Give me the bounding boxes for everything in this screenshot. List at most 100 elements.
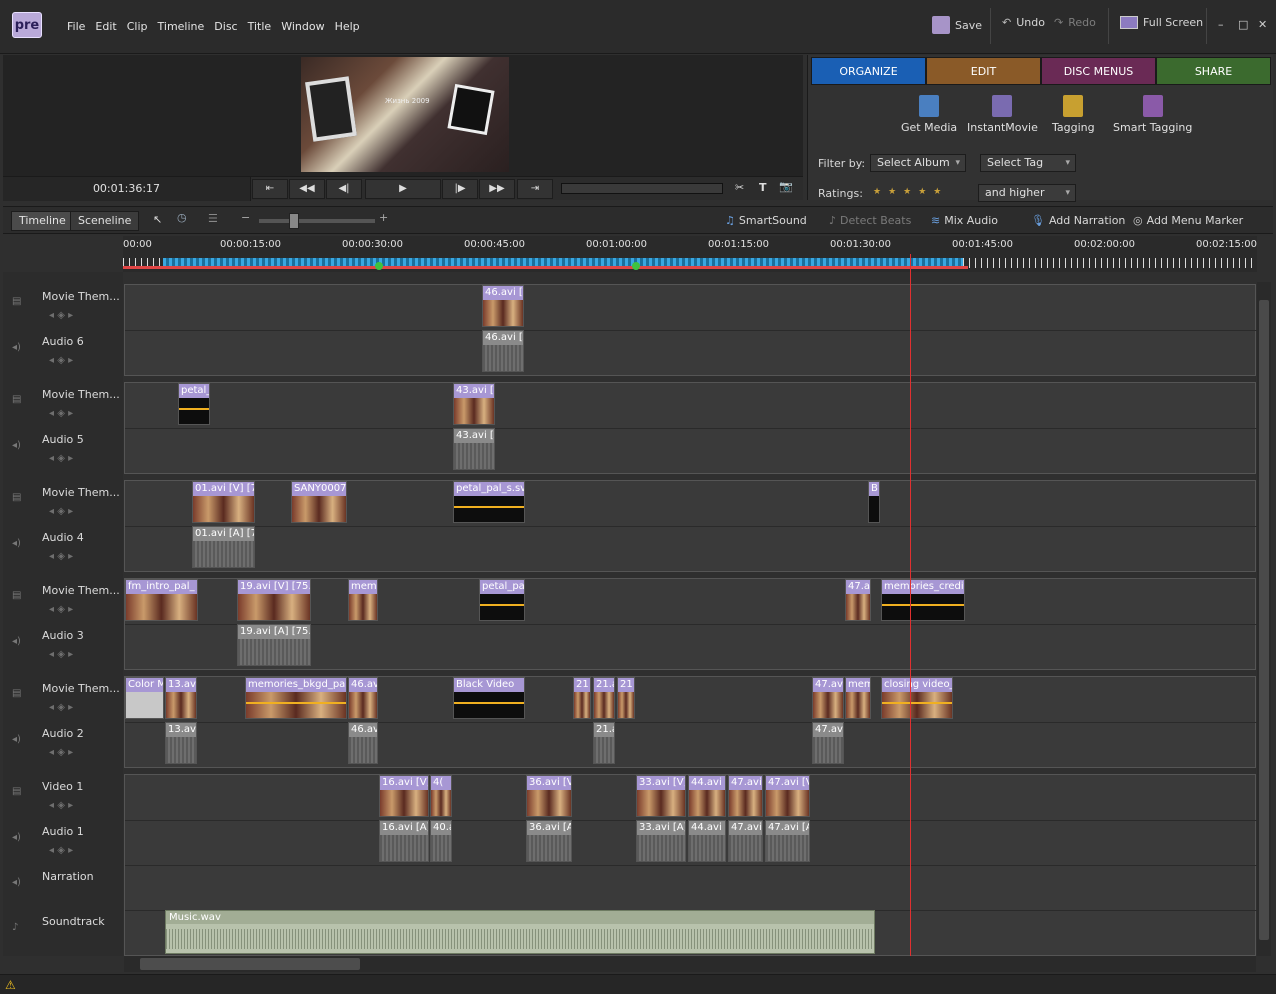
- tab-edit[interactable]: EDIT: [926, 57, 1041, 85]
- speaker-icon[interactable]: ◂): [12, 538, 21, 549]
- video-clip[interactable]: 47.avi: [728, 775, 763, 817]
- keyframe-nav[interactable]: ◂ ◈ ▸: [49, 702, 73, 713]
- mix-audio-button[interactable]: ≋ Mix Audio: [931, 214, 998, 227]
- audio-clip[interactable]: 47.avi: [728, 820, 763, 862]
- video-clip[interactable]: 47.avi: [812, 677, 844, 719]
- close-button[interactable]: ✕: [1258, 18, 1267, 31]
- audio-clip[interactable]: 19.avi [A] [75.8: [237, 624, 311, 666]
- scrollbar-thumb[interactable]: [140, 958, 360, 970]
- detect-beats-button[interactable]: ♪ Detect Beats: [829, 214, 911, 227]
- rewind-button[interactable]: ◀◀: [289, 179, 325, 199]
- video-clip[interactable]: 46.av: [348, 677, 378, 719]
- speaker-icon[interactable]: ◂): [12, 440, 21, 451]
- scissors-icon[interactable]: ✂: [735, 181, 744, 194]
- video-clip[interactable]: fm_intro_pal_: [125, 579, 198, 621]
- tab-disc-menus[interactable]: DISC MENUS: [1041, 57, 1156, 85]
- keyframe-nav[interactable]: ◂ ◈ ▸: [49, 747, 73, 758]
- redo-button[interactable]: ↷ Redo: [1054, 16, 1096, 29]
- title-icon[interactable]: T: [759, 181, 767, 194]
- video-clip[interactable]: mem: [845, 677, 871, 719]
- album-select[interactable]: Select Album: [870, 154, 966, 172]
- keyframe-nav[interactable]: ◂ ◈ ▸: [49, 649, 73, 660]
- video-clip[interactable]: 33.avi [V]: [636, 775, 686, 817]
- menu-timeline[interactable]: Timeline: [153, 20, 210, 33]
- audio-clip[interactable]: 40.a: [430, 820, 452, 862]
- rating-stars[interactable]: ★★★★★: [873, 187, 948, 197]
- video-track-icon[interactable]: ▤: [12, 786, 21, 797]
- keyframe-nav[interactable]: ◂ ◈ ▸: [49, 408, 73, 419]
- audio-clip[interactable]: 33.avi [A]: [636, 820, 686, 862]
- video-track-icon[interactable]: ▤: [12, 688, 21, 699]
- rating-select[interactable]: and higher: [978, 184, 1076, 202]
- undo-button[interactable]: ↶ Undo: [1002, 16, 1045, 29]
- video-clip[interactable]: 16.avi [V]: [379, 775, 429, 817]
- video-clip[interactable]: B: [868, 481, 880, 523]
- tagging-button[interactable]: Tagging: [1052, 95, 1095, 134]
- video-clip[interactable]: 13.avi: [165, 677, 197, 719]
- menu-marker[interactable]: [375, 262, 383, 270]
- add-narration-button[interactable]: 🎙 Add Narration: [1031, 214, 1125, 227]
- add-menu-marker-button[interactable]: ◎ Add Menu Marker: [1133, 214, 1243, 227]
- video-track-icon[interactable]: ▤: [12, 394, 21, 405]
- time-stretch-icon[interactable]: ◷: [177, 211, 187, 224]
- keyframe-nav[interactable]: ◂ ◈ ▸: [49, 506, 73, 517]
- camera-icon[interactable]: 📷: [779, 180, 793, 193]
- zoom-in-button[interactable]: +: [379, 211, 388, 224]
- audio-clip[interactable]: 21.a: [593, 722, 615, 764]
- menu-help[interactable]: Help: [330, 20, 365, 33]
- audio-clip[interactable]: 36.avi [A]: [526, 820, 572, 862]
- tab-sceneline[interactable]: Sceneline: [70, 211, 140, 231]
- video-clip[interactable]: memo: [348, 579, 378, 621]
- speaker-icon[interactable]: ◂): [12, 832, 21, 843]
- full-screen-button[interactable]: Full Screen: [1120, 16, 1203, 29]
- video-clip[interactable]: petal_: [178, 383, 210, 425]
- video-clip[interactable]: 21: [573, 677, 591, 719]
- video-clip[interactable]: closing video_: [881, 677, 953, 719]
- menu-title[interactable]: Title: [243, 20, 277, 33]
- video-clip[interactable]: 01.avi [V] [72: [192, 481, 255, 523]
- audio-clip[interactable]: 46.av: [348, 722, 378, 764]
- video-clip[interactable]: 19.avi [V] [75.8: [237, 579, 311, 621]
- smart-tagging-button[interactable]: Smart Tagging: [1113, 95, 1192, 134]
- audio-clip[interactable]: 43.avi [A: [453, 428, 495, 470]
- video-clip[interactable]: SANY0007: [291, 481, 347, 523]
- vertical-scrollbar[interactable]: [1257, 282, 1271, 956]
- go-to-start-button[interactable]: ⇤: [252, 179, 288, 199]
- soundtrack-icon[interactable]: ♪: [12, 922, 18, 933]
- minimize-button[interactable]: –: [1218, 18, 1224, 31]
- keyframe-nav[interactable]: ◂ ◈ ▸: [49, 355, 73, 366]
- keyframe-nav[interactable]: ◂ ◈ ▸: [49, 551, 73, 562]
- keyframe-nav[interactable]: ◂ ◈ ▸: [49, 310, 73, 321]
- time-ruler[interactable]: 00:00 00:00:15:00 00:00:30:00 00:00:45:0…: [123, 236, 1257, 272]
- video-clip[interactable]: 21: [617, 677, 635, 719]
- video-clip[interactable]: 21.a: [593, 677, 615, 719]
- video-clip[interactable]: Black Video: [453, 677, 525, 719]
- shuttle-slider[interactable]: [561, 183, 723, 194]
- speaker-icon[interactable]: ◂): [12, 342, 21, 353]
- play-button[interactable]: ▶: [365, 179, 441, 199]
- video-clip[interactable]: petal_pa: [479, 579, 525, 621]
- video-clip[interactable]: 43.avi [V: [453, 383, 495, 425]
- keyframe-nav[interactable]: ◂ ◈ ▸: [49, 845, 73, 856]
- video-track-icon[interactable]: ▤: [12, 590, 21, 601]
- audio-clip[interactable]: 16.avi [A]: [379, 820, 429, 862]
- video-clip[interactable]: memories_bkgd_pal: [245, 677, 347, 719]
- menu-edit[interactable]: Edit: [90, 20, 121, 33]
- zoom-slider-handle[interactable]: [289, 213, 299, 229]
- audio-clip[interactable]: 01.avi [A] [72: [192, 526, 255, 568]
- zoom-slider[interactable]: [259, 219, 375, 223]
- audio-clip[interactable]: 46.avi [A: [482, 330, 524, 372]
- save-button[interactable]: Save: [932, 16, 982, 34]
- audio-clip[interactable]: 47.avi: [812, 722, 844, 764]
- speaker-icon[interactable]: ◂): [12, 734, 21, 745]
- properties-icon[interactable]: ☰: [208, 212, 218, 225]
- menu-disc[interactable]: Disc: [209, 20, 242, 33]
- horizontal-scrollbar[interactable]: [124, 956, 1256, 972]
- video-clip[interactable]: petal_pal_s.sv: [453, 481, 525, 523]
- smartsound-button[interactable]: ♫ SmartSound: [725, 214, 807, 227]
- keyframe-nav[interactable]: ◂ ◈ ▸: [49, 604, 73, 615]
- menu-clip[interactable]: Clip: [122, 20, 153, 33]
- video-clip[interactable]: 46.avi [V: [482, 285, 524, 327]
- keyframe-nav[interactable]: ◂ ◈ ▸: [49, 453, 73, 464]
- menu-window[interactable]: Window: [276, 20, 329, 33]
